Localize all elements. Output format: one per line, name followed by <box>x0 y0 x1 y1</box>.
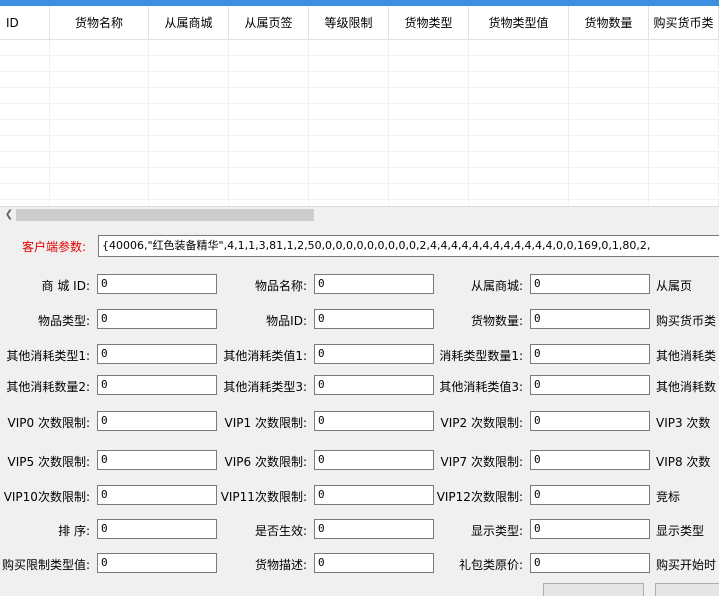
field-label-r2c2: 消耗类型数量1: <box>439 349 523 363</box>
field-input-r6c1[interactable]: 0 <box>314 485 434 505</box>
field-label-r4c1: VIP1 次数限制: <box>224 416 307 430</box>
column-header-7[interactable]: 货物数量 <box>569 6 649 39</box>
field-label-r5c2: VIP7 次数限制: <box>440 455 523 469</box>
column-header-3[interactable]: 从属页签 <box>229 6 309 39</box>
field-input-r8c1[interactable]: 0 <box>314 553 434 573</box>
field-label-r3c3: 其他消耗数 <box>656 380 717 394</box>
field-input-r4c1[interactable]: 0 <box>314 411 434 431</box>
action-button-1[interactable] <box>543 583 644 596</box>
field-label-r5c0: VIP5 次数限制: <box>7 455 90 469</box>
field-label-r3c2: 其他消耗类值3: <box>439 380 523 394</box>
field-label-r3c0: 其他消耗数量2: <box>6 380 90 394</box>
field-input-r5c1[interactable]: 0 <box>314 450 434 470</box>
field-label-r1c3: 购买货币类 <box>656 314 717 328</box>
field-input-r8c0[interactable]: 0 <box>97 553 217 573</box>
column-header-0[interactable]: ID <box>0 6 50 39</box>
field-input-r3c2[interactable]: 0 <box>530 375 650 395</box>
field-input-r2c1[interactable]: 0 <box>314 344 434 364</box>
action-button-2[interactable] <box>655 583 719 596</box>
field-input-r1c1[interactable]: 0 <box>314 309 434 329</box>
field-input-r8c2[interactable]: 0 <box>530 553 650 573</box>
field-label-r0c3: 从属页 <box>656 279 693 293</box>
field-input-r4c2[interactable]: 0 <box>530 411 650 431</box>
field-label-r0c1: 物品名称: <box>254 279 307 293</box>
column-header-8[interactable]: 购买货币类 <box>649 6 719 39</box>
grid-body[interactable] <box>0 40 719 206</box>
field-label-r0c0: 商 城 ID: <box>41 279 90 293</box>
field-input-r3c0[interactable]: 0 <box>97 375 217 395</box>
field-label-r2c0: 其他消耗类型1: <box>6 349 90 363</box>
column-header-6[interactable]: 货物类型值 <box>469 6 569 39</box>
scroll-left-arrow-icon[interactable]: ❮ <box>3 207 15 223</box>
field-label-r1c0: 物品类型: <box>37 314 90 328</box>
client-params-input[interactable]: {40006,"红色装备精华",4,1,1,3,81,1,2,50,0,0,0,… <box>98 235 719 257</box>
field-label-r7c0: 排 序: <box>58 524 90 538</box>
field-label-r2c3: 其他消耗类 <box>656 349 717 363</box>
field-label-r8c2: 礼包类原价: <box>458 558 523 572</box>
grid-header-row: ID 货物名称 从属商城 从属页签 等级限制 货物类型 货物类型值 货物数量 购买货币类 <box>0 6 719 40</box>
field-input-r0c2[interactable]: 0 <box>530 274 650 294</box>
field-input-r6c0[interactable]: 0 <box>97 485 217 505</box>
field-label-r6c2: VIP12次数限制: <box>436 490 523 504</box>
field-input-r0c0[interactable]: 0 <box>97 274 217 294</box>
column-header-2[interactable]: 从属商城 <box>149 6 229 39</box>
goods-data-grid[interactable]: ID 货物名称 从属商城 从属页签 等级限制 货物类型 货物类型值 货物数量 购买货币类 <box>0 6 719 206</box>
field-input-r1c2[interactable]: 0 <box>530 309 650 329</box>
field-label-r1c2: 货物数量: <box>470 314 523 328</box>
field-label-r4c2: VIP2 次数限制: <box>440 416 523 430</box>
field-label-r6c0: VIP10次数限制: <box>3 490 90 504</box>
field-label-r1c1: 物品ID: <box>266 314 307 328</box>
field-label-r5c3: VIP8 次数 <box>656 455 711 469</box>
field-input-r5c0[interactable]: 0 <box>97 450 217 470</box>
field-label-r6c1: VIP11次数限制: <box>220 490 307 504</box>
field-label-r3c1: 其他消耗类型3: <box>223 380 307 394</box>
column-header-4[interactable]: 等级限制 <box>309 6 389 39</box>
field-label-r8c3: 购买开始时 <box>656 558 717 572</box>
column-header-5[interactable]: 货物类型 <box>389 6 469 39</box>
field-input-r2c2[interactable]: 0 <box>530 344 650 364</box>
field-label-r7c3: 显示类型 <box>656 524 705 538</box>
field-input-r4c0[interactable]: 0 <box>97 411 217 431</box>
horizontal-scrollbar[interactable]: ❮ <box>0 206 719 223</box>
scrollbar-thumb[interactable] <box>16 209 314 221</box>
field-label-r2c1: 其他消耗类值1: <box>223 349 307 363</box>
field-input-r3c1[interactable]: 0 <box>314 375 434 395</box>
field-label-r6c3: 竞标 <box>656 490 681 504</box>
field-label-r8c1: 货物描述: <box>254 558 307 572</box>
field-label-r0c2: 从属商城: <box>470 279 523 293</box>
client-params-label: 客户端参数: <box>22 240 87 254</box>
field-label-r7c1: 是否生效: <box>254 524 307 538</box>
field-input-r7c2[interactable]: 0 <box>530 519 650 539</box>
field-input-r7c1[interactable]: 0 <box>314 519 434 539</box>
field-label-r4c3: VIP3 次数 <box>656 416 711 430</box>
field-input-r6c2[interactable]: 0 <box>530 485 650 505</box>
field-label-r5c1: VIP6 次数限制: <box>224 455 307 469</box>
field-input-r5c2[interactable]: 0 <box>530 450 650 470</box>
field-input-r1c0[interactable]: 0 <box>97 309 217 329</box>
field-input-r2c0[interactable]: 0 <box>97 344 217 364</box>
field-input-r0c1[interactable]: 0 <box>314 274 434 294</box>
field-label-r8c0: 购买限制类型值: <box>1 558 90 572</box>
column-header-1[interactable]: 货物名称 <box>50 6 149 39</box>
field-input-r7c0[interactable]: 0 <box>97 519 217 539</box>
field-label-r4c0: VIP0 次数限制: <box>7 416 90 430</box>
field-label-r7c2: 显示类型: <box>470 524 523 538</box>
